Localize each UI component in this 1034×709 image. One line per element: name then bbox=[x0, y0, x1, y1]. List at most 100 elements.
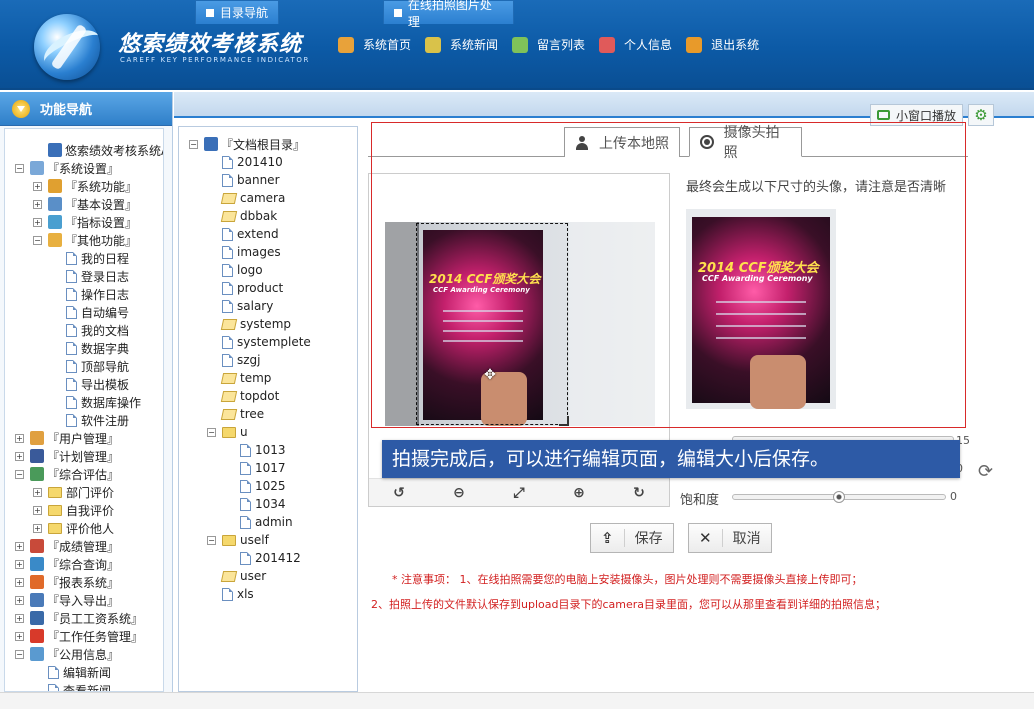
sidebar-header[interactable]: 功能导航 bbox=[0, 92, 172, 126]
directory-item[interactable]: 1025 bbox=[189, 477, 357, 495]
directory-item[interactable]: extend bbox=[189, 225, 357, 243]
expand-icon[interactable]: + bbox=[15, 631, 24, 641]
collapse-icon[interactable]: − bbox=[15, 163, 24, 173]
expand-icon[interactable]: + bbox=[33, 181, 42, 191]
rotate-left-icon[interactable]: ↺ bbox=[389, 483, 409, 503]
collapse-icon[interactable]: − bbox=[15, 469, 24, 479]
saturation-knob[interactable] bbox=[833, 491, 845, 503]
directory-item[interactable]: topdot bbox=[189, 387, 357, 405]
directory-item[interactable]: − 『文档根目录』 bbox=[189, 135, 357, 153]
collapse-icon[interactable]: − bbox=[33, 235, 42, 245]
collapse-icon[interactable]: − bbox=[207, 427, 216, 437]
expand-icon[interactable]: + bbox=[15, 559, 24, 569]
sidebar-tree-item[interactable]: 我的文档 bbox=[5, 321, 163, 339]
directory-item[interactable]: salary bbox=[189, 297, 357, 315]
sidebar-tree-item[interactable]: − 『其他功能』 bbox=[5, 231, 163, 249]
rotate-right-icon[interactable]: ↻ bbox=[629, 483, 649, 503]
sidebar-tree-item[interactable]: 软件注册 bbox=[5, 411, 163, 429]
directory-item[interactable]: images bbox=[189, 243, 357, 261]
directory-item[interactable]: 1013 bbox=[189, 441, 357, 459]
sidebar-tree-item[interactable]: 我的日程 bbox=[5, 249, 163, 267]
sidebar-tree-item[interactable]: − 『系统设置』 bbox=[5, 159, 163, 177]
sidebar-tree-item[interactable]: + 『系统功能』 bbox=[5, 177, 163, 195]
topnav-item[interactable]: 个人信息 bbox=[599, 36, 672, 53]
cancel-button[interactable]: ✕ 取消 bbox=[688, 523, 772, 553]
expand-icon[interactable]: + bbox=[15, 577, 24, 587]
sidebar-tree-item[interactable]: + 『成绩管理』 bbox=[5, 537, 163, 555]
sidebar-tree-item[interactable]: 顶部导航 bbox=[5, 357, 163, 375]
expand-icon[interactable]: + bbox=[33, 217, 42, 227]
sidebar-tree-item[interactable]: 查看新闻 bbox=[5, 681, 163, 691]
topnav-item[interactable]: 系统新闻 bbox=[425, 36, 498, 53]
directory-item[interactable]: banner bbox=[189, 171, 357, 189]
directory-item[interactable]: logo bbox=[189, 261, 357, 279]
sidebar-tree-item[interactable]: 操作日志 bbox=[5, 285, 163, 303]
sidebar-tree-item[interactable]: + 『指标设置』 bbox=[5, 213, 163, 231]
expand-icon[interactable]: + bbox=[33, 199, 42, 209]
directory-item[interactable]: 1017 bbox=[189, 459, 357, 477]
directory-item[interactable]: temp bbox=[189, 369, 357, 387]
sidebar-tree-item[interactable]: + 『综合查询』 bbox=[5, 555, 163, 573]
sidebar-tree-item[interactable]: + 『报表系统』 bbox=[5, 573, 163, 591]
sidebar-tree-item[interactable]: 数据库操作 bbox=[5, 393, 163, 411]
collapse-icon[interactable]: − bbox=[15, 649, 24, 659]
directory-item[interactable]: 1034 bbox=[189, 495, 357, 513]
directory-item[interactable]: xls bbox=[189, 585, 357, 603]
user-info-icon bbox=[599, 36, 616, 53]
sidebar-tree-item[interactable]: + 部门评价 bbox=[5, 483, 163, 501]
sidebar-tree-item[interactable]: − 『公用信息』 bbox=[5, 645, 163, 663]
sidebar-tree-item[interactable]: + 『基本设置』 bbox=[5, 195, 163, 213]
expand-icon[interactable]: + bbox=[15, 613, 24, 623]
directory-item[interactable]: admin bbox=[189, 513, 357, 531]
settings-button[interactable]: ⚙ bbox=[968, 104, 994, 126]
sidebar-tree-item[interactable]: 编辑新闻 bbox=[5, 663, 163, 681]
save-button[interactable]: ⇪ 保存 bbox=[590, 523, 674, 553]
sidebar-tree-item[interactable]: + 评价他人 bbox=[5, 519, 163, 537]
fit-screen-icon[interactable]: ⤢ bbox=[509, 483, 529, 503]
doc-icon bbox=[66, 287, 77, 301]
collapse-icon[interactable]: − bbox=[189, 139, 198, 149]
topnav-item[interactable]: 退出系统 bbox=[686, 36, 759, 53]
directory-item[interactable]: dbbak bbox=[189, 207, 357, 225]
sidebar-tree-item[interactable]: 悠索绩效考核系统A bbox=[5, 141, 163, 159]
topnav-item[interactable]: 系统首页 bbox=[338, 36, 411, 53]
sidebar-tree-item[interactable]: − 『综合评估』 bbox=[5, 465, 163, 483]
sidebar-tree-item[interactable]: + 『员工工资系统』 bbox=[5, 609, 163, 627]
sidebar-tree-item[interactable]: 数据字典 bbox=[5, 339, 163, 357]
zoom-in-icon[interactable]: ⊕ bbox=[569, 483, 589, 503]
expand-icon[interactable]: + bbox=[15, 595, 24, 605]
directory-item[interactable]: product bbox=[189, 279, 357, 297]
task-flag-icon bbox=[30, 629, 44, 643]
tree-label: 1013 bbox=[255, 443, 286, 457]
directory-item[interactable]: systemplete bbox=[189, 333, 357, 351]
directory-item[interactable]: user bbox=[189, 567, 357, 585]
directory-item[interactable]: systemp bbox=[189, 315, 357, 333]
sidebar-tree-item[interactable]: + 『计划管理』 bbox=[5, 447, 163, 465]
sidebar-tree-item[interactable]: 导出模板 bbox=[5, 375, 163, 393]
directory-item[interactable]: − uself bbox=[189, 531, 357, 549]
collapse-icon[interactable]: − bbox=[207, 535, 216, 545]
expand-icon[interactable]: + bbox=[33, 505, 42, 515]
directory-item[interactable]: 201412 bbox=[189, 549, 357, 567]
directory-item[interactable]: camera bbox=[189, 189, 357, 207]
expand-icon[interactable]: + bbox=[15, 433, 24, 443]
expand-icon[interactable]: + bbox=[15, 451, 24, 461]
sidebar-tree-item[interactable]: + 『工作任务管理』 bbox=[5, 627, 163, 645]
tab-directory-nav[interactable]: 目录导航 bbox=[195, 0, 279, 24]
directory-item[interactable]: − u bbox=[189, 423, 357, 441]
sidebar-tree-item[interactable]: + 『用户管理』 bbox=[5, 429, 163, 447]
directory-item[interactable]: szgj bbox=[189, 351, 357, 369]
refresh-icon[interactable]: ⟳ bbox=[978, 461, 993, 482]
sidebar-tree-item[interactable]: + 自我评价 bbox=[5, 501, 163, 519]
topnav-item[interactable]: 留言列表 bbox=[512, 36, 585, 53]
expand-icon[interactable]: + bbox=[15, 541, 24, 551]
directory-item[interactable]: tree bbox=[189, 405, 357, 423]
expand-icon[interactable]: + bbox=[33, 523, 42, 533]
sidebar-tree-item[interactable]: + 『导入导出』 bbox=[5, 591, 163, 609]
sidebar-tree-item[interactable]: 登录日志 bbox=[5, 267, 163, 285]
sidebar-tree-item[interactable]: 自动编号 bbox=[5, 303, 163, 321]
directory-item[interactable]: 201410 bbox=[189, 153, 357, 171]
expand-icon[interactable]: + bbox=[33, 487, 42, 497]
tab-online-photo[interactable]: 在线拍照图片处理 bbox=[383, 0, 514, 29]
zoom-out-icon[interactable]: ⊖ bbox=[449, 483, 469, 503]
